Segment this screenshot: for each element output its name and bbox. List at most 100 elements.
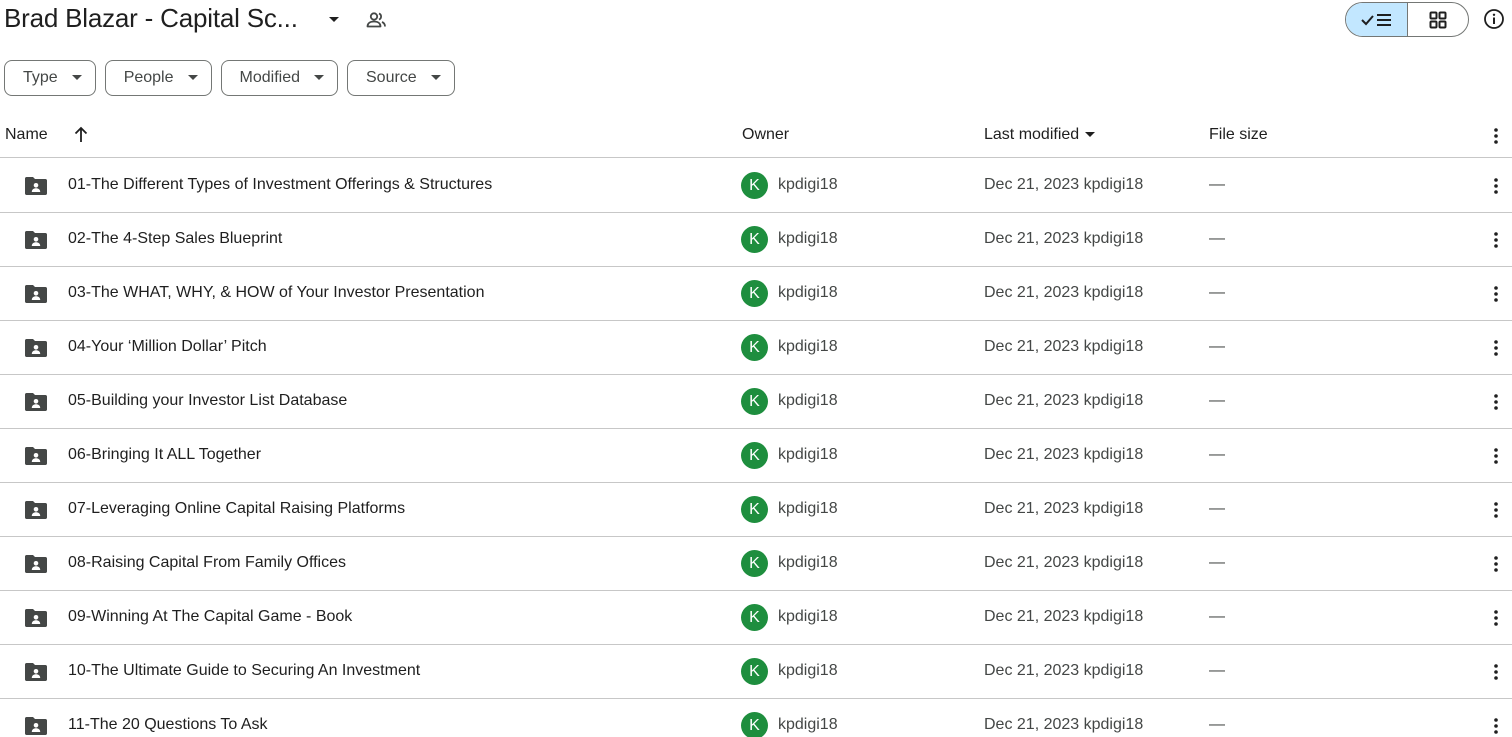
- file-name[interactable]: 08-Raising Capital From Family Offices: [68, 554, 346, 572]
- shared-folder-icon: [24, 392, 48, 412]
- more-vert-icon[interactable]: [1486, 391, 1506, 413]
- more-vert-icon[interactable]: [1486, 125, 1506, 147]
- file-name[interactable]: 05-Building your Investor List Database: [68, 392, 347, 410]
- table-row[interactable]: 02-The 4-Step Sales Blueprint K kpdigi18…: [0, 213, 1512, 267]
- source-filter-chip[interactable]: Source: [347, 60, 455, 96]
- owner-name: kpdigi18: [778, 446, 838, 463]
- table-row[interactable]: 11-The 20 Questions To Ask K kpdigi18 De…: [0, 699, 1512, 737]
- owner-name: kpdigi18: [778, 662, 838, 679]
- table-row[interactable]: 09-Winning At The Capital Game - Book K …: [0, 591, 1512, 645]
- last-modified: Dec 21, 2023 kpdigi18: [984, 554, 1144, 571]
- file-size: —: [1209, 500, 1225, 517]
- more-vert-icon[interactable]: [1486, 661, 1506, 683]
- list-view-button[interactable]: [1346, 3, 1408, 36]
- shared-folder-icon: [24, 662, 48, 682]
- owner-column-header[interactable]: Owner: [742, 126, 789, 144]
- more-vert-icon[interactable]: [1486, 715, 1506, 737]
- more-vert-icon[interactable]: [1486, 499, 1506, 521]
- file-name[interactable]: 11-The 20 Questions To Ask: [68, 716, 268, 734]
- table-row[interactable]: 01-The Different Types of Investment Off…: [0, 159, 1512, 213]
- shared-folder-icon: [24, 338, 48, 358]
- file-list: 01-The Different Types of Investment Off…: [0, 159, 1512, 737]
- table-row[interactable]: 06-Bringing It ALL Together K kpdigi18 D…: [0, 429, 1512, 483]
- arrow-drop-down-icon: [314, 73, 324, 83]
- more-vert-icon[interactable]: [1486, 229, 1506, 251]
- avatar: K: [741, 172, 768, 199]
- file-name[interactable]: 06-Bringing It ALL Together: [68, 446, 261, 464]
- owner-name: kpdigi18: [778, 716, 838, 733]
- avatar: K: [741, 226, 768, 253]
- table-row[interactable]: 10-The Ultimate Guide to Securing An Inv…: [0, 645, 1512, 699]
- file-name[interactable]: 03-The WHAT, WHY, & HOW of Your Investor…: [68, 284, 484, 302]
- more-vert-icon[interactable]: [1486, 175, 1506, 197]
- shared-folder-icon: [24, 284, 48, 304]
- last-modified: Dec 21, 2023 kpdigi18: [984, 446, 1144, 463]
- file-name[interactable]: 07-Leveraging Online Capital Raising Pla…: [68, 500, 405, 518]
- arrow-drop-down-icon: [430, 73, 441, 83]
- avatar: K: [741, 442, 768, 469]
- more-vert-icon[interactable]: [1486, 553, 1506, 575]
- more-vert-icon[interactable]: [1486, 283, 1506, 305]
- arrow-drop-down-icon: [71, 73, 82, 83]
- more-vert-icon[interactable]: [1486, 607, 1506, 629]
- owner-name: kpdigi18: [778, 230, 838, 247]
- type-filter-chip[interactable]: Type: [4, 60, 96, 96]
- arrow-drop-down-icon: [1085, 132, 1096, 137]
- shared-folder-icon: [24, 446, 48, 466]
- arrow-drop-down-icon[interactable]: [322, 8, 346, 32]
- avatar: K: [741, 496, 768, 523]
- last-modified: Dec 21, 2023 kpdigi18: [984, 338, 1144, 355]
- avatar: K: [741, 658, 768, 685]
- modified-filter-chip[interactable]: Modified: [220, 60, 338, 96]
- file-size: —: [1209, 446, 1225, 463]
- last-modified: Dec 21, 2023 kpdigi18: [984, 662, 1144, 679]
- avatar: K: [741, 550, 768, 577]
- file-size: —: [1209, 230, 1225, 247]
- more-vert-icon[interactable]: [1486, 445, 1506, 467]
- folder-title[interactable]: Brad Blazar - Capital Sc...: [4, 3, 298, 34]
- arrow-upward-icon[interactable]: [72, 126, 90, 144]
- file-size: —: [1209, 284, 1225, 301]
- file-name[interactable]: 10-The Ultimate Guide to Securing An Inv…: [68, 662, 420, 680]
- table-row[interactable]: 07-Leveraging Online Capital Raising Pla…: [0, 483, 1512, 537]
- shared-folder-icon: [24, 608, 48, 628]
- grid-view-button[interactable]: [1408, 3, 1468, 36]
- more-vert-icon[interactable]: [1486, 337, 1506, 359]
- last-modified: Dec 21, 2023 kpdigi18: [984, 392, 1144, 409]
- file-name[interactable]: 01-The Different Types of Investment Off…: [68, 176, 492, 194]
- table-row[interactable]: 05-Building your Investor List Database …: [0, 375, 1512, 429]
- owner-name: kpdigi18: [778, 608, 838, 625]
- filter-chips: Type People Modified Source: [4, 60, 455, 96]
- info-icon[interactable]: [1482, 7, 1506, 31]
- view-toggle: [1345, 2, 1469, 37]
- avatar: K: [741, 388, 768, 415]
- file-size: —: [1209, 716, 1225, 733]
- arrow-drop-down-icon: [187, 73, 198, 83]
- chip-label: Source: [366, 69, 417, 86]
- last-modified: Dec 21, 2023 kpdigi18: [984, 284, 1144, 301]
- file-name[interactable]: 09-Winning At The Capital Game - Book: [68, 608, 352, 626]
- file-size-column-header[interactable]: File size: [1209, 126, 1268, 144]
- name-column-header[interactable]: Name: [5, 126, 48, 144]
- shared-folder-icon: [24, 554, 48, 574]
- file-size: —: [1209, 554, 1225, 571]
- file-name[interactable]: 02-The 4-Step Sales Blueprint: [68, 230, 282, 248]
- last-modified-column-header[interactable]: Last modified: [984, 126, 1096, 144]
- file-size: —: [1209, 662, 1225, 679]
- file-name[interactable]: 04-Your ‘Million Dollar’ Pitch: [68, 338, 267, 356]
- check-list-icon: [1360, 13, 1391, 26]
- column-header-row: Name Owner Last modified File size: [0, 116, 1512, 158]
- owner-name: kpdigi18: [778, 176, 838, 193]
- chip-label: Modified: [239, 69, 300, 86]
- file-size: —: [1209, 176, 1225, 193]
- table-row[interactable]: 04-Your ‘Million Dollar’ Pitch K kpdigi1…: [0, 321, 1512, 375]
- owner-name: kpdigi18: [778, 392, 838, 409]
- avatar: K: [741, 604, 768, 631]
- table-row[interactable]: 03-The WHAT, WHY, & HOW of Your Investor…: [0, 267, 1512, 321]
- people-icon[interactable]: [364, 8, 388, 32]
- last-modified: Dec 21, 2023 kpdigi18: [984, 500, 1144, 517]
- table-row[interactable]: 08-Raising Capital From Family Offices K…: [0, 537, 1512, 591]
- chip-label: People: [123, 69, 174, 86]
- people-filter-chip[interactable]: People: [104, 60, 212, 96]
- shared-folder-icon: [24, 176, 48, 196]
